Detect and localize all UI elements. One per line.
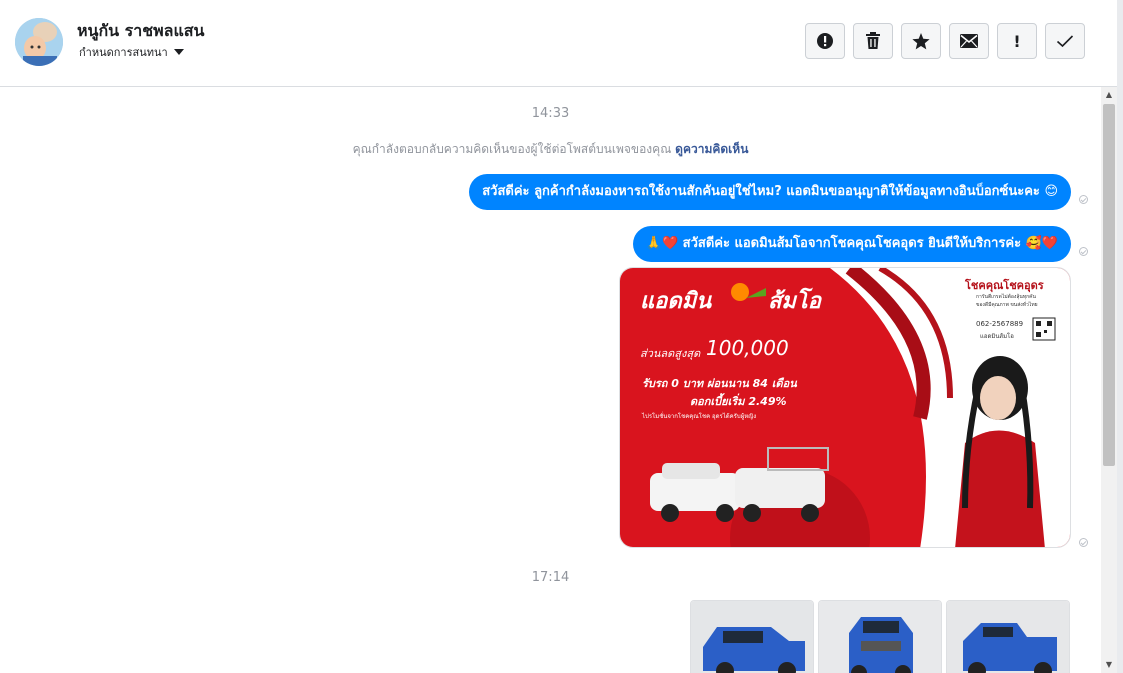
exclamation-circle-icon xyxy=(816,32,834,50)
ad-headline-2: ส้มโอ xyxy=(768,289,821,314)
ad-brand-sub: การันตีเกรดไม่ต้องลุ้นทุกคัน xyxy=(976,294,1036,300)
sent-image-attachment[interactable]: แอดมิน ส้มโอ ส่วนลดสูงสุด 100,000 รับรถ … xyxy=(619,267,1071,548)
contact-name[interactable]: หนูกัน ราชพลแสน xyxy=(77,19,204,44)
conversation-thread: 14:33 คุณกำลังตอบกลับความคิดเห็นของผู้ใช… xyxy=(0,87,1101,673)
follow-up-button[interactable]: ! xyxy=(997,23,1037,59)
seen-indicator-icon xyxy=(1079,247,1088,256)
seen-indicator-icon xyxy=(1079,195,1088,204)
conversation-scrollbar[interactable]: ▲ ▼ xyxy=(1101,87,1117,673)
check-icon xyxy=(1056,34,1074,48)
ad-line-2: รับรถ 0 บาท ผ่อนนาน 84 เดือน xyxy=(642,377,797,390)
sent-message-bubble[interactable]: 🙏❤️ สวัสดีค่ะ แอดมินส้มโอจากโชคคุณโชคอุด… xyxy=(632,226,1071,262)
delete-button[interactable] xyxy=(853,23,893,59)
sent-photo-thumbnail[interactable] xyxy=(946,600,1070,673)
ad-brand-sub-2: ของดีมีคุณภาพ ขนส่งทั่วไทย xyxy=(976,302,1038,308)
ad-discount-value: 100,000 xyxy=(706,336,789,360)
sent-photo-thumbnail[interactable] xyxy=(690,600,814,673)
exclamation-icon: ! xyxy=(1013,31,1021,51)
conversation-settings-dropdown[interactable]: กำหนดการสนทนา xyxy=(79,43,184,61)
view-comment-link[interactable]: ดูความคิดเห็น xyxy=(675,142,748,156)
envelope-icon xyxy=(960,34,978,48)
timestamp: 14:33 xyxy=(531,106,570,121)
seen-indicator-icon xyxy=(1079,538,1088,547)
ad-brand: โชคคุณโชคอุดร xyxy=(965,279,1044,292)
ad-discount-label: ส่วนลดสูงสุด xyxy=(640,347,701,360)
caret-down-icon xyxy=(173,46,184,59)
ad-phone: 062-2567889 xyxy=(976,320,1024,328)
scroll-down-arrow-icon[interactable]: ▼ xyxy=(1101,657,1117,673)
timestamp: 17:14 xyxy=(531,570,570,585)
ad-line-id: แอดมินส้มโอ xyxy=(980,333,1014,340)
reply-context-notice: คุณกำลังตอบกลับความคิดเห็นของผู้ใช้ต่อโพ… xyxy=(0,140,1101,159)
scrollbar-thumb[interactable] xyxy=(1103,104,1115,466)
conversation-header: หนูกัน ราชพลแสน กำหนดการสนทนา ! xyxy=(0,0,1117,87)
conversation-settings-label: กำหนดการสนทนา xyxy=(79,46,168,59)
mark-done-button[interactable] xyxy=(1045,23,1085,59)
star-button[interactable] xyxy=(901,23,941,59)
ad-line-3: ดอกเบี้ยเริ่ม 2.49% xyxy=(690,395,787,408)
ad-headline: แอดมิน xyxy=(640,289,712,314)
star-icon xyxy=(912,32,930,50)
notice-text: คุณกำลังตอบกลับความคิดเห็นของผู้ใช้ต่อโพ… xyxy=(352,142,672,156)
contact-avatar[interactable] xyxy=(15,18,63,66)
ad-small-note: ไปรโมชั่นจากโชคคุณโชค อุดรได้ครับผู้หญิง xyxy=(642,413,757,420)
mark-spam-button[interactable] xyxy=(805,23,845,59)
mark-unread-button[interactable] xyxy=(949,23,989,59)
sent-message-bubble[interactable]: สวัสดีค่ะ ลูกค้ากำลังมองหารถใช้งานสักคัน… xyxy=(469,174,1071,210)
trash-icon xyxy=(865,32,881,50)
right-panel-edge xyxy=(1117,0,1123,673)
scroll-up-arrow-icon[interactable]: ▲ xyxy=(1101,87,1117,103)
sent-photo-thumbnail[interactable] xyxy=(818,600,942,673)
